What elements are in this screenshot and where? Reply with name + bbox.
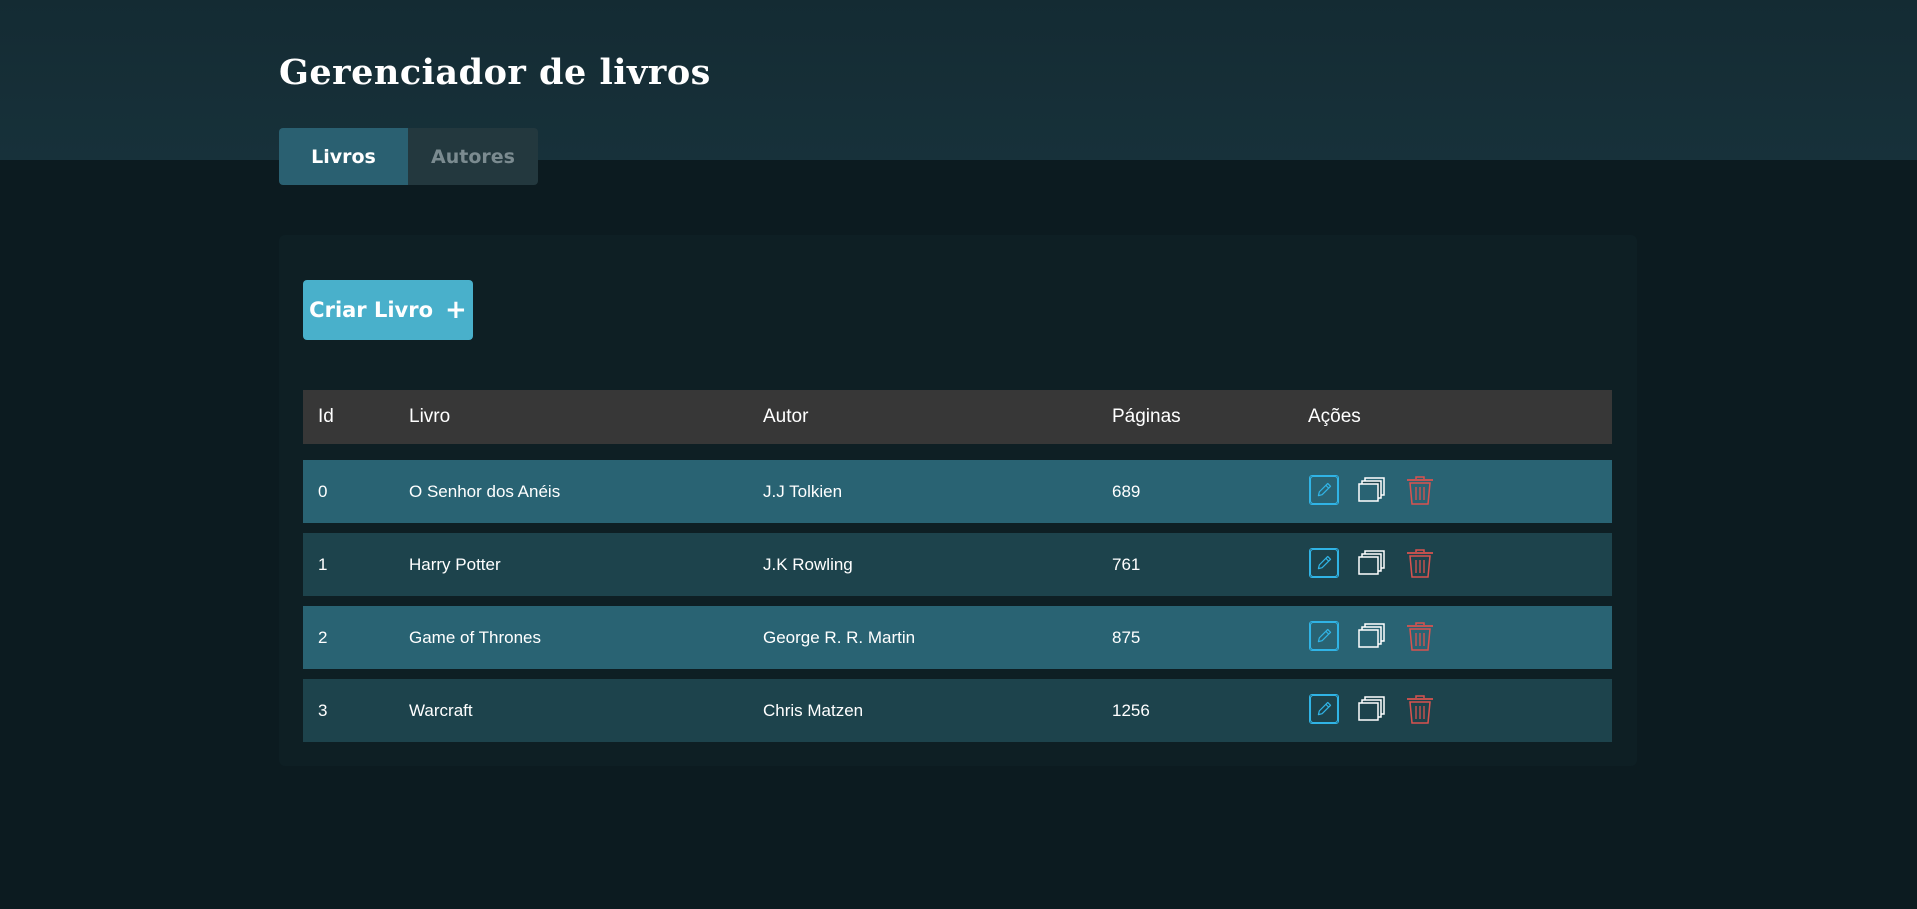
edit-icon: [1309, 621, 1339, 651]
row-actions: [1308, 693, 1436, 725]
copy-icon: [1358, 696, 1385, 721]
edit-button[interactable]: [1308, 620, 1340, 652]
cell-autor: George R. R. Martin: [763, 627, 916, 647]
table-row: 0 O Senhor dos Anéis J.J Tolkien 689: [303, 460, 1612, 523]
copy-icon: [1358, 550, 1385, 575]
cell-livro: O Senhor dos Anéis: [409, 481, 561, 501]
cell-autor: J.K Rowling: [763, 554, 853, 574]
delete-button[interactable]: [1404, 620, 1436, 652]
cell-livro: Warcraft: [409, 700, 473, 720]
page-title: Gerenciador de livros: [279, 52, 711, 93]
cell-id: 0: [318, 481, 328, 501]
column-header-id: Id: [318, 406, 334, 427]
tab-livros[interactable]: Livros: [279, 128, 408, 185]
edit-icon: [1309, 694, 1339, 724]
books-panel: Criar Livro + Id Livro Autor Páginas Açõ…: [279, 235, 1637, 766]
cell-paginas: 761: [1112, 554, 1141, 574]
cell-id: 2: [318, 627, 328, 647]
column-header-livro: Livro: [409, 406, 451, 427]
copy-icon: [1358, 477, 1385, 502]
cell-id: 1: [318, 554, 328, 574]
copy-button[interactable]: [1356, 693, 1388, 725]
cell-id: 3: [318, 700, 328, 720]
tab-autores[interactable]: Autores: [408, 128, 538, 185]
table-header: Id Livro Autor Páginas Ações: [303, 390, 1612, 444]
column-header-acoes: Ações: [1308, 406, 1361, 427]
copy-button[interactable]: [1356, 620, 1388, 652]
edit-icon: [1309, 548, 1339, 578]
row-actions: [1308, 620, 1436, 652]
row-actions: [1308, 474, 1436, 506]
cell-autor: J.J Tolkien: [763, 481, 843, 501]
table-row: 3 Warcraft Chris Matzen 1256: [303, 679, 1612, 742]
copy-button[interactable]: [1356, 474, 1388, 506]
create-book-button[interactable]: Criar Livro +: [303, 280, 473, 340]
table-row: 2 Game of Thrones George R. R. Martin 87…: [303, 606, 1612, 669]
cell-autor: Chris Matzen: [763, 700, 864, 720]
edit-button[interactable]: [1308, 547, 1340, 579]
delete-button[interactable]: [1404, 547, 1436, 579]
edit-button[interactable]: [1308, 474, 1340, 506]
cell-paginas: 689: [1112, 481, 1141, 501]
plus-icon: +: [445, 295, 467, 325]
delete-button[interactable]: [1404, 693, 1436, 725]
trash-icon: [1407, 549, 1433, 578]
create-book-label: Criar Livro: [309, 298, 434, 322]
table-row: 1 Harry Potter J.K Rowling 761: [303, 533, 1612, 596]
cell-paginas: 1256: [1112, 700, 1150, 720]
delete-button[interactable]: [1404, 474, 1436, 506]
edit-button[interactable]: [1308, 693, 1340, 725]
column-header-paginas: Páginas: [1112, 406, 1181, 427]
trash-icon: [1407, 476, 1433, 505]
copy-icon: [1358, 623, 1385, 648]
edit-icon: [1309, 475, 1339, 505]
cell-livro: Game of Thrones: [409, 627, 541, 647]
column-header-autor: Autor: [763, 406, 809, 427]
row-actions: [1308, 547, 1436, 579]
cell-livro: Harry Potter: [409, 554, 501, 574]
copy-button[interactable]: [1356, 547, 1388, 579]
cell-paginas: 875: [1112, 627, 1141, 647]
tab-bar: Livros Autores: [279, 128, 538, 185]
trash-icon: [1407, 695, 1433, 724]
trash-icon: [1407, 622, 1433, 651]
